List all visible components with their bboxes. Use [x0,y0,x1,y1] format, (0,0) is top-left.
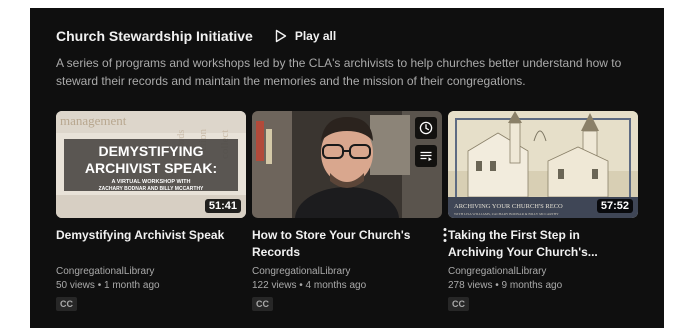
thumbnail-caption: ARCHIVING YOUR CHURCH'S RECO [454,203,563,210]
upload-age: 9 months ago [501,280,563,291]
meta-separator: • [495,280,499,291]
video-card[interactable]: ARCHIVING YOUR CHURCH'S RECO WITH LISA W… [448,111,638,312]
thumbnail-text-line4: ZACHARY BODNAR AND BILLY MCCARTHY [99,186,204,192]
video-meta: 122 views • 4 months ago [252,279,442,293]
video-meta: 50 views • 1 month ago [56,279,246,293]
thumbnail-text-line3: A VIRTUAL WORKSHOP WITH [111,179,190,185]
thumbnail-bg-word: management [60,113,127,128]
video-meta: 278 views • 9 months ago [448,279,638,293]
clock-icon [419,121,433,135]
play-all-button[interactable]: Play all [275,29,336,43]
video-thumbnail[interactable] [252,111,442,218]
shelf-title[interactable]: Church Stewardship Initiative [56,28,253,44]
meta-separator: • [97,280,102,291]
channel-name[interactable]: CongregationalLibrary [56,265,246,279]
video-thumbnail[interactable]: management ction collect ords DEMYSTIFYI… [56,111,246,218]
play-outline-icon [275,29,287,43]
video-title[interactable]: How to Store Your Church's Records [252,227,428,261]
cc-badge: CC [448,297,469,311]
add-to-queue-button[interactable] [415,145,437,167]
cc-badge: CC [56,297,77,311]
upload-age: 1 month ago [103,280,160,291]
playlist-shelf: Church Stewardship Initiative Play all A… [30,8,664,328]
video-title[interactable]: Taking the First Step in Archiving Your … [448,227,624,261]
video-duration: 51:41 [204,199,241,213]
upload-age: 4 months ago [305,280,367,291]
view-count: 122 views [252,280,297,291]
view-count: 278 views [448,280,493,291]
watch-later-button[interactable] [415,117,437,139]
thumbnail-image [252,111,442,218]
cc-badge: CC [252,297,273,311]
thumbnail-text-line2: ARCHIVIST SPEAK: [85,160,217,176]
queue-icon [420,151,432,162]
video-card[interactable]: How to Store Your Church's Records Congr… [252,111,447,312]
view-count: 50 views [56,280,95,291]
channel-name[interactable]: CongregationalLibrary [448,265,638,279]
video-duration: 57:52 [596,199,633,213]
thumbnail-text-line1: DEMYSTIFYING [98,143,203,159]
video-title[interactable]: Demystifying Archivist Speak [56,227,232,261]
shelf-header: Church Stewardship Initiative Play all [56,26,336,46]
meta-separator: • [299,280,303,291]
play-all-label: Play all [294,29,337,43]
video-thumbnail[interactable]: ARCHIVING YOUR CHURCH'S RECO WITH LISA W… [448,111,638,218]
channel-name[interactable]: CongregationalLibrary [252,265,442,279]
shelf-description: A series of programs and workshops led b… [56,56,622,88]
video-card[interactable]: management ction collect ords DEMYSTIFYI… [56,111,246,312]
